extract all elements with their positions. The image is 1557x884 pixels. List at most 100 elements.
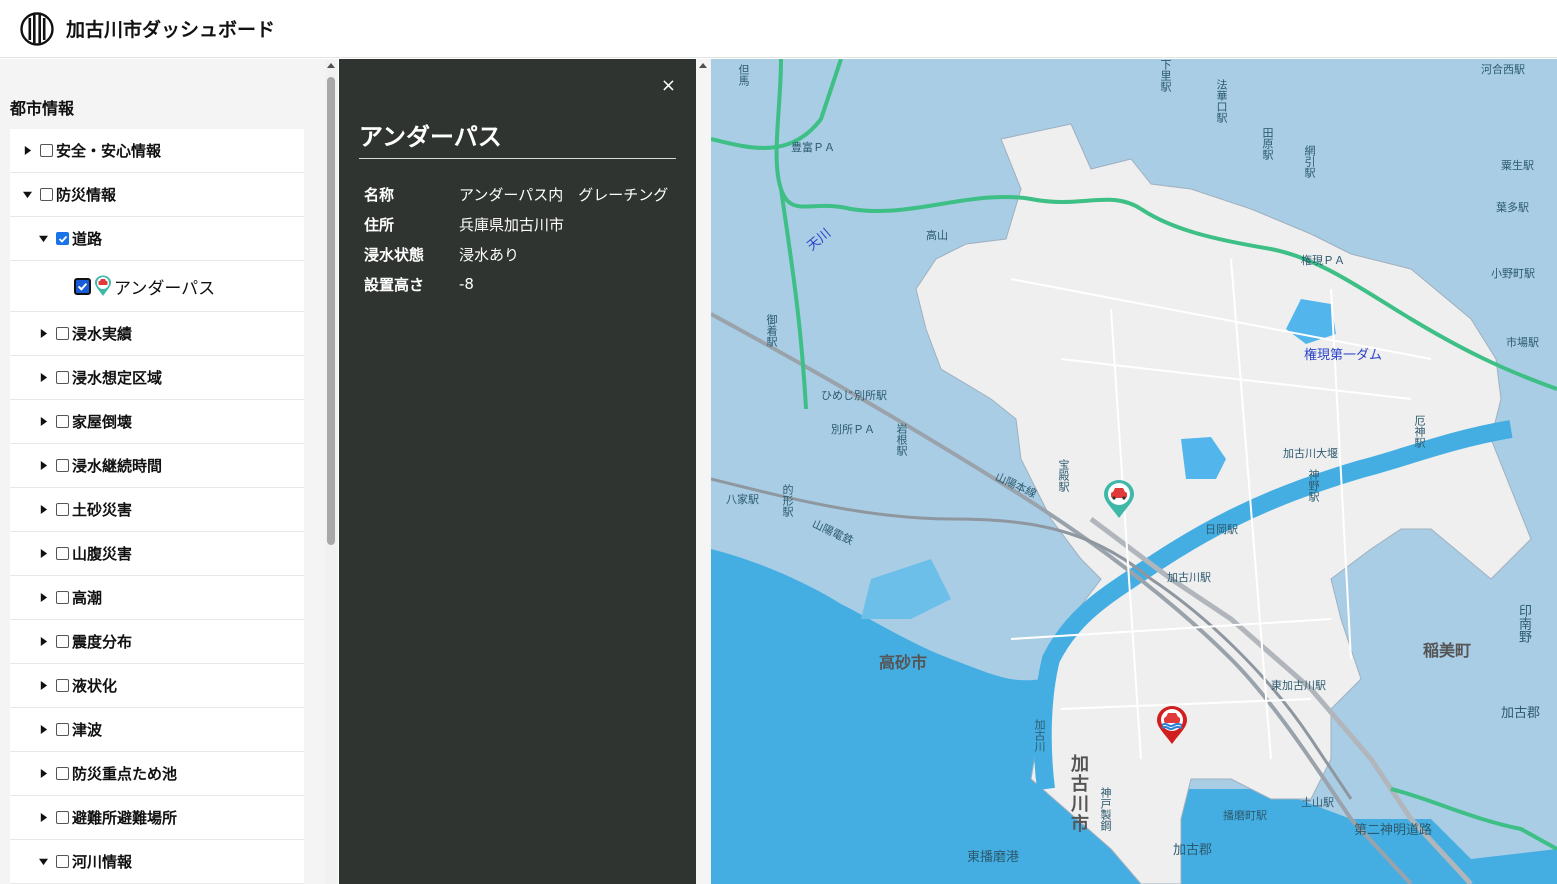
map-label: 権現第一ダム	[1304, 348, 1383, 363]
map-label: 別所ＰＡ	[831, 423, 875, 436]
caret-right-icon[interactable]	[36, 547, 50, 561]
checkbox[interactable]	[56, 503, 69, 516]
scroll-up-arrow-icon[interactable]	[327, 63, 335, 68]
caret-right-icon[interactable]	[36, 327, 50, 341]
checkbox-checked[interactable]	[74, 277, 91, 295]
tree-item-label: 安全・安心情報	[56, 142, 162, 160]
checkbox[interactable]	[56, 327, 69, 340]
tree-item-seismic[interactable]: 震度分布	[10, 620, 304, 664]
caret-right-icon[interactable]	[36, 767, 50, 781]
detail-row: 浸水状態 浸水あり	[364, 239, 684, 269]
map-label: 東加古川駅	[1271, 679, 1326, 692]
tree-item-river[interactable]: 河川情報	[10, 840, 304, 884]
caret-right-icon[interactable]	[36, 459, 50, 473]
map-label: 市場駅	[1506, 336, 1539, 349]
scroll-up-arrow-icon[interactable]	[699, 63, 707, 68]
map-label: 八家駅	[726, 493, 759, 506]
tree-item-house-collapse[interactable]: 家屋倒壊	[10, 400, 304, 444]
checkbox[interactable]	[56, 547, 69, 560]
checkbox[interactable]	[56, 635, 69, 648]
app-title: 加古川市ダッシュボード	[66, 19, 276, 41]
tree-item-label: 液状化	[72, 677, 118, 695]
checkbox[interactable]	[56, 371, 69, 384]
caret-right-icon[interactable]	[36, 503, 50, 517]
checkbox[interactable]	[56, 459, 69, 472]
tree-item-disaster[interactable]: 防災情報	[10, 173, 304, 217]
tree-item-tsunami[interactable]: 津波	[10, 708, 304, 752]
map-label: 粟生駅	[1501, 159, 1534, 172]
map-label: 葉多駅	[1496, 201, 1529, 214]
caret-right-icon[interactable]	[36, 723, 50, 737]
map-label: 印南野	[1516, 604, 1531, 643]
checkbox[interactable]	[56, 855, 69, 868]
map-svg[interactable]	[710, 59, 1557, 884]
map-label: 加古川	[1033, 719, 1046, 752]
checkbox[interactable]	[56, 811, 69, 824]
tree-item-road[interactable]: 道路	[10, 217, 304, 261]
checkbox[interactable]	[56, 415, 69, 428]
caret-right-icon[interactable]	[36, 371, 50, 385]
caret-down-icon[interactable]	[36, 855, 50, 869]
map-label: 厄神駅	[1413, 415, 1426, 448]
tree-item-shelters[interactable]: 避難所避難場所	[10, 796, 304, 840]
caret-right-icon[interactable]	[36, 679, 50, 693]
checkbox[interactable]	[56, 767, 69, 780]
map-label: 但馬	[737, 64, 750, 86]
sidebar-scroll-thumb[interactable]	[327, 77, 335, 545]
map-area: 但馬 豊富ＰＡ 天川 高山 権現ＰＡ 権現第一ダム ひめじ別所駅 別所ＰＡ 加古…	[696, 59, 1557, 884]
caret-right-icon[interactable]	[36, 635, 50, 649]
map-label: 権現ＰＡ	[1301, 254, 1345, 267]
tree-item-underpass[interactable]: アンダーパス	[10, 261, 304, 312]
tree-item-flood-duration[interactable]: 浸水継続時間	[10, 444, 304, 488]
detail-list: 名称 アンダーパス内 グレーチング 住所 兵庫県加古川市 浸水状態 浸水あり 設…	[364, 179, 684, 299]
map-label: 小野町駅	[1491, 267, 1535, 280]
map-label: 稲美町	[1423, 641, 1472, 660]
caret-right-icon[interactable]	[20, 144, 34, 158]
map-label: 高山	[926, 229, 948, 242]
map-label: 岩根駅	[895, 423, 908, 456]
checkbox[interactable]	[40, 144, 53, 157]
map-label: 日岡駅	[1205, 523, 1238, 536]
app-header: 加古川市ダッシュボード	[0, 0, 1557, 58]
tree-item-landslide[interactable]: 土砂災害	[10, 488, 304, 532]
tree-item-flood-area[interactable]: 浸水想定区域	[10, 356, 304, 400]
map-canvas[interactable]: 但馬 豊富ＰＡ 天川 高山 権現ＰＡ 権現第一ダム ひめじ別所駅 別所ＰＡ 加古…	[710, 59, 1557, 884]
checkbox[interactable]	[40, 188, 53, 201]
tree-item-label: 土砂災害	[72, 501, 133, 519]
close-button[interactable]: ×	[661, 75, 676, 96]
tree-item-label: 防災重点ため池	[72, 765, 178, 783]
map-label: 網引駅	[1303, 145, 1316, 178]
underpass-pin-icon[interactable]	[1102, 479, 1136, 519]
tree-item-hillside[interactable]: 山腹災害	[10, 532, 304, 576]
map-label: 神野駅	[1307, 469, 1320, 502]
tree-item-label: 山腹災害	[72, 545, 133, 563]
caret-down-icon[interactable]	[20, 188, 34, 202]
checkbox[interactable]	[56, 679, 69, 692]
map-label: 豊富ＰＡ	[791, 141, 835, 154]
detail-row: 設置高さ -8	[364, 269, 684, 299]
underpass-flooded-pin-icon[interactable]	[1155, 705, 1189, 745]
underpass-marker-icon	[95, 275, 111, 296]
checkbox[interactable]	[56, 591, 69, 604]
panel-scrollbar[interactable]	[696, 59, 710, 884]
tree-item-flood-record[interactable]: 浸水実績	[10, 312, 304, 356]
map-label: 御着駅	[765, 314, 778, 347]
panel-title: アンダーパス	[359, 117, 676, 159]
map-label: 下里駅	[1159, 59, 1172, 92]
caret-right-icon[interactable]	[36, 415, 50, 429]
checkbox[interactable]	[56, 723, 69, 736]
caret-right-icon[interactable]	[36, 811, 50, 825]
caret-right-icon[interactable]	[36, 591, 50, 605]
tree-item-storm-surge[interactable]: 高潮	[10, 576, 304, 620]
map-label: 土山駅	[1301, 796, 1334, 809]
map-label: 東播磨港	[967, 850, 1020, 865]
caret-down-icon[interactable]	[36, 232, 50, 246]
tree-item-ponds[interactable]: 防災重点ため池	[10, 752, 304, 796]
detail-value: アンダーパス内 グレーチング	[459, 185, 669, 204]
tree-item-safety[interactable]: 安全・安心情報	[10, 129, 304, 173]
tree-item-liquefaction[interactable]: 液状化	[10, 664, 304, 708]
checkbox-checked[interactable]	[56, 232, 69, 245]
map-label: 加古郡	[1501, 706, 1541, 721]
tree-item-label: 津波	[72, 721, 103, 739]
detail-key: 浸水状態	[364, 245, 425, 264]
